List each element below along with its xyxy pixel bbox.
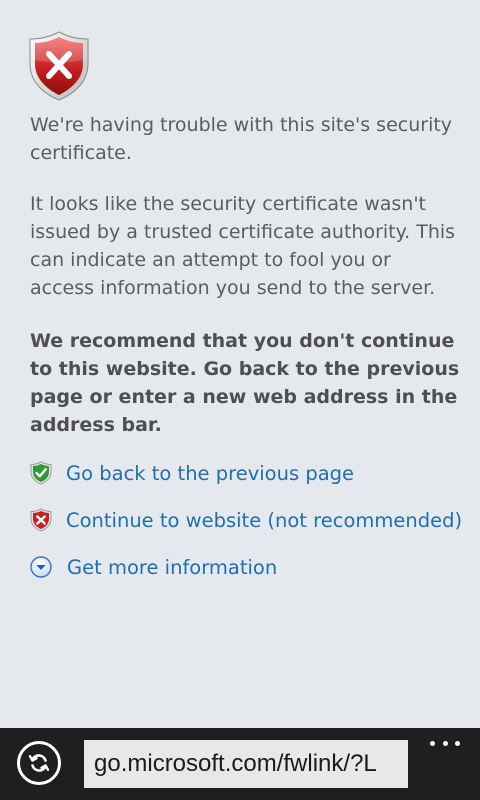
refresh-icon xyxy=(28,754,50,772)
more-info-link-label: Get more information xyxy=(67,555,278,579)
error-recommendation: We recommend that you don't continue to … xyxy=(30,330,460,436)
more-dot xyxy=(455,740,460,746)
green-check-shield-icon xyxy=(30,461,52,485)
continue-link-label: Continue to website (not recommended) xyxy=(66,508,463,532)
more-info-link[interactable]: Get more information xyxy=(30,552,277,582)
go-back-link-label: Go back to the previous page xyxy=(66,461,355,485)
certificate-error-page: We're having trouble with this site's se… xyxy=(0,0,480,728)
error-shield-icon xyxy=(29,31,89,101)
continue-link[interactable]: Continue to website (not recommended) xyxy=(30,505,462,535)
go-back-link[interactable]: Go back to the previous page xyxy=(30,458,354,488)
more-dots-icon[interactable] xyxy=(430,736,460,750)
browser-app-bar: go.microsoft.com/fwlink/?L xyxy=(0,728,480,800)
chevron-down-circle-icon xyxy=(30,556,52,578)
more-dot xyxy=(430,740,435,746)
address-bar[interactable]: go.microsoft.com/fwlink/?L xyxy=(84,740,408,788)
red-x-shield-icon xyxy=(30,508,52,532)
more-dot xyxy=(442,740,448,746)
error-detail: It looks like the security certificate w… xyxy=(30,193,456,299)
error-title: We're having trouble with this site's se… xyxy=(30,114,453,164)
refresh-button[interactable] xyxy=(17,741,61,785)
